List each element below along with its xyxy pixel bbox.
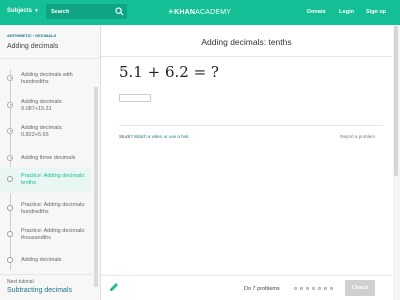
subjects-label: Subjects <box>7 8 33 14</box>
search-box[interactable]: Search <box>46 4 127 19</box>
khan-academy-logo[interactable]: ✳KHANACADEMY <box>168 8 231 16</box>
hint-link[interactable]: Watch a video or use a hint. <box>134 134 190 139</box>
login-link[interactable]: Login <box>339 9 354 15</box>
sidebar-item-label: Adding decimals with hundredths <box>21 72 73 85</box>
star-icon <box>7 205 13 211</box>
sidebar-item-quiz[interactable]: Adding decimals <box>0 252 92 268</box>
top-navigation-bar: Subjects ▼ Search ✳KHANACADEMY Donate Log… <box>0 0 400 25</box>
progress-text: Do 7 problems <box>244 286 280 292</box>
sidebar-item-practice-hundredths[interactable]: Practice: Adding decimals: hundredths <box>0 198 92 222</box>
report-problem-link[interactable]: Report a problem <box>340 134 375 139</box>
logo-bold-text: KHAN <box>174 9 196 16</box>
sidebar-item-video-1[interactable]: Adding decimals with hundredths <box>0 68 92 92</box>
search-icon[interactable] <box>115 7 124 16</box>
divider <box>101 56 392 57</box>
sidebar-item-label: Adding decimals <box>21 257 62 263</box>
scrollbar-thumb[interactable] <box>394 26 398 176</box>
sidebar-item-practice-thousandths[interactable]: Practice: Adding decimals: thousandths <box>0 224 92 248</box>
answer-input[interactable] <box>119 94 151 102</box>
progress-dot <box>294 287 297 290</box>
tutorial-title: Adding decimals <box>7 43 59 50</box>
divider <box>0 274 100 275</box>
exercise-panel: Adding decimals: tenths 5.1 + 6.2 = ? St… <box>101 25 392 300</box>
chevron-down-icon: ▼ <box>34 8 39 14</box>
subjects-menu[interactable]: Subjects ▼ <box>7 8 39 14</box>
progress-dot <box>312 287 315 290</box>
star-icon <box>7 257 13 263</box>
sidebar-item-label: Practice: Adding decimals: hundredths <box>21 202 86 215</box>
sidebar-item-label: Adding three decimals <box>21 155 76 161</box>
play-icon <box>7 128 13 134</box>
next-tutorial-label: Next tutorial <box>7 279 34 285</box>
divider <box>101 275 392 276</box>
divider <box>0 58 100 59</box>
next-tutorial-link[interactable]: Subtracting decimals <box>7 287 72 294</box>
star-icon <box>7 231 13 237</box>
play-icon <box>7 75 13 81</box>
logo-text: ACADEMY <box>195 9 232 16</box>
sidebar-item-label: Adding decimals: 0.822+5.65 <box>21 125 63 138</box>
scratchpad-pencil-icon[interactable] <box>109 282 119 292</box>
sidebar-item-label: Practice: Adding decimals: tenths <box>21 173 86 186</box>
progress-dot <box>318 287 321 290</box>
page-scrollbar[interactable] <box>393 25 400 300</box>
stuck-label: Stuck? <box>119 134 133 139</box>
breadcrumb[interactable]: ARITHMETIC › DECIMALS <box>7 33 56 38</box>
play-icon <box>7 102 13 108</box>
donate-link[interactable]: Donate <box>307 9 326 15</box>
sidebar-item-practice-tenths[interactable]: Practice: Adding decimals: tenths <box>0 167 92 193</box>
signup-link[interactable]: Sign up <box>366 9 386 15</box>
sidebar-item-label: Adding decimals: 9.087+15.31 <box>21 99 63 112</box>
divider <box>119 125 383 126</box>
play-icon <box>7 155 13 161</box>
progress-dot <box>324 287 327 290</box>
progress-dot <box>300 287 303 290</box>
check-button[interactable]: Check <box>345 280 375 296</box>
progress-dot <box>330 287 333 290</box>
sidebar-scrollbar[interactable] <box>94 87 98 287</box>
sidebar-item-label: Practice: Adding decimals: thousandths <box>21 228 86 241</box>
progress-dot <box>306 287 309 290</box>
search-input[interactable]: Search <box>51 9 69 15</box>
sidebar-item-video-2[interactable]: Adding decimals: 9.087+15.31 <box>0 95 92 119</box>
sidebar-item-video-4[interactable]: Adding three decimals <box>0 150 92 166</box>
tutorial-sidebar: ARITHMETIC › DECIMALS Adding decimals Ad… <box>0 25 101 300</box>
exercise-title: Adding decimals: tenths <box>201 37 292 47</box>
star-icon <box>7 176 13 182</box>
tutorial-item-list: Adding decimals with hundredths Adding d… <box>0 60 92 275</box>
sidebar-item-video-3[interactable]: Adding decimals: 0.822+5.65 <box>0 121 92 145</box>
problem-statement: 5.1 + 6.2 = ? <box>119 63 219 81</box>
stuck-prompt: Stuck? Watch a video or use a hint. <box>119 134 190 139</box>
